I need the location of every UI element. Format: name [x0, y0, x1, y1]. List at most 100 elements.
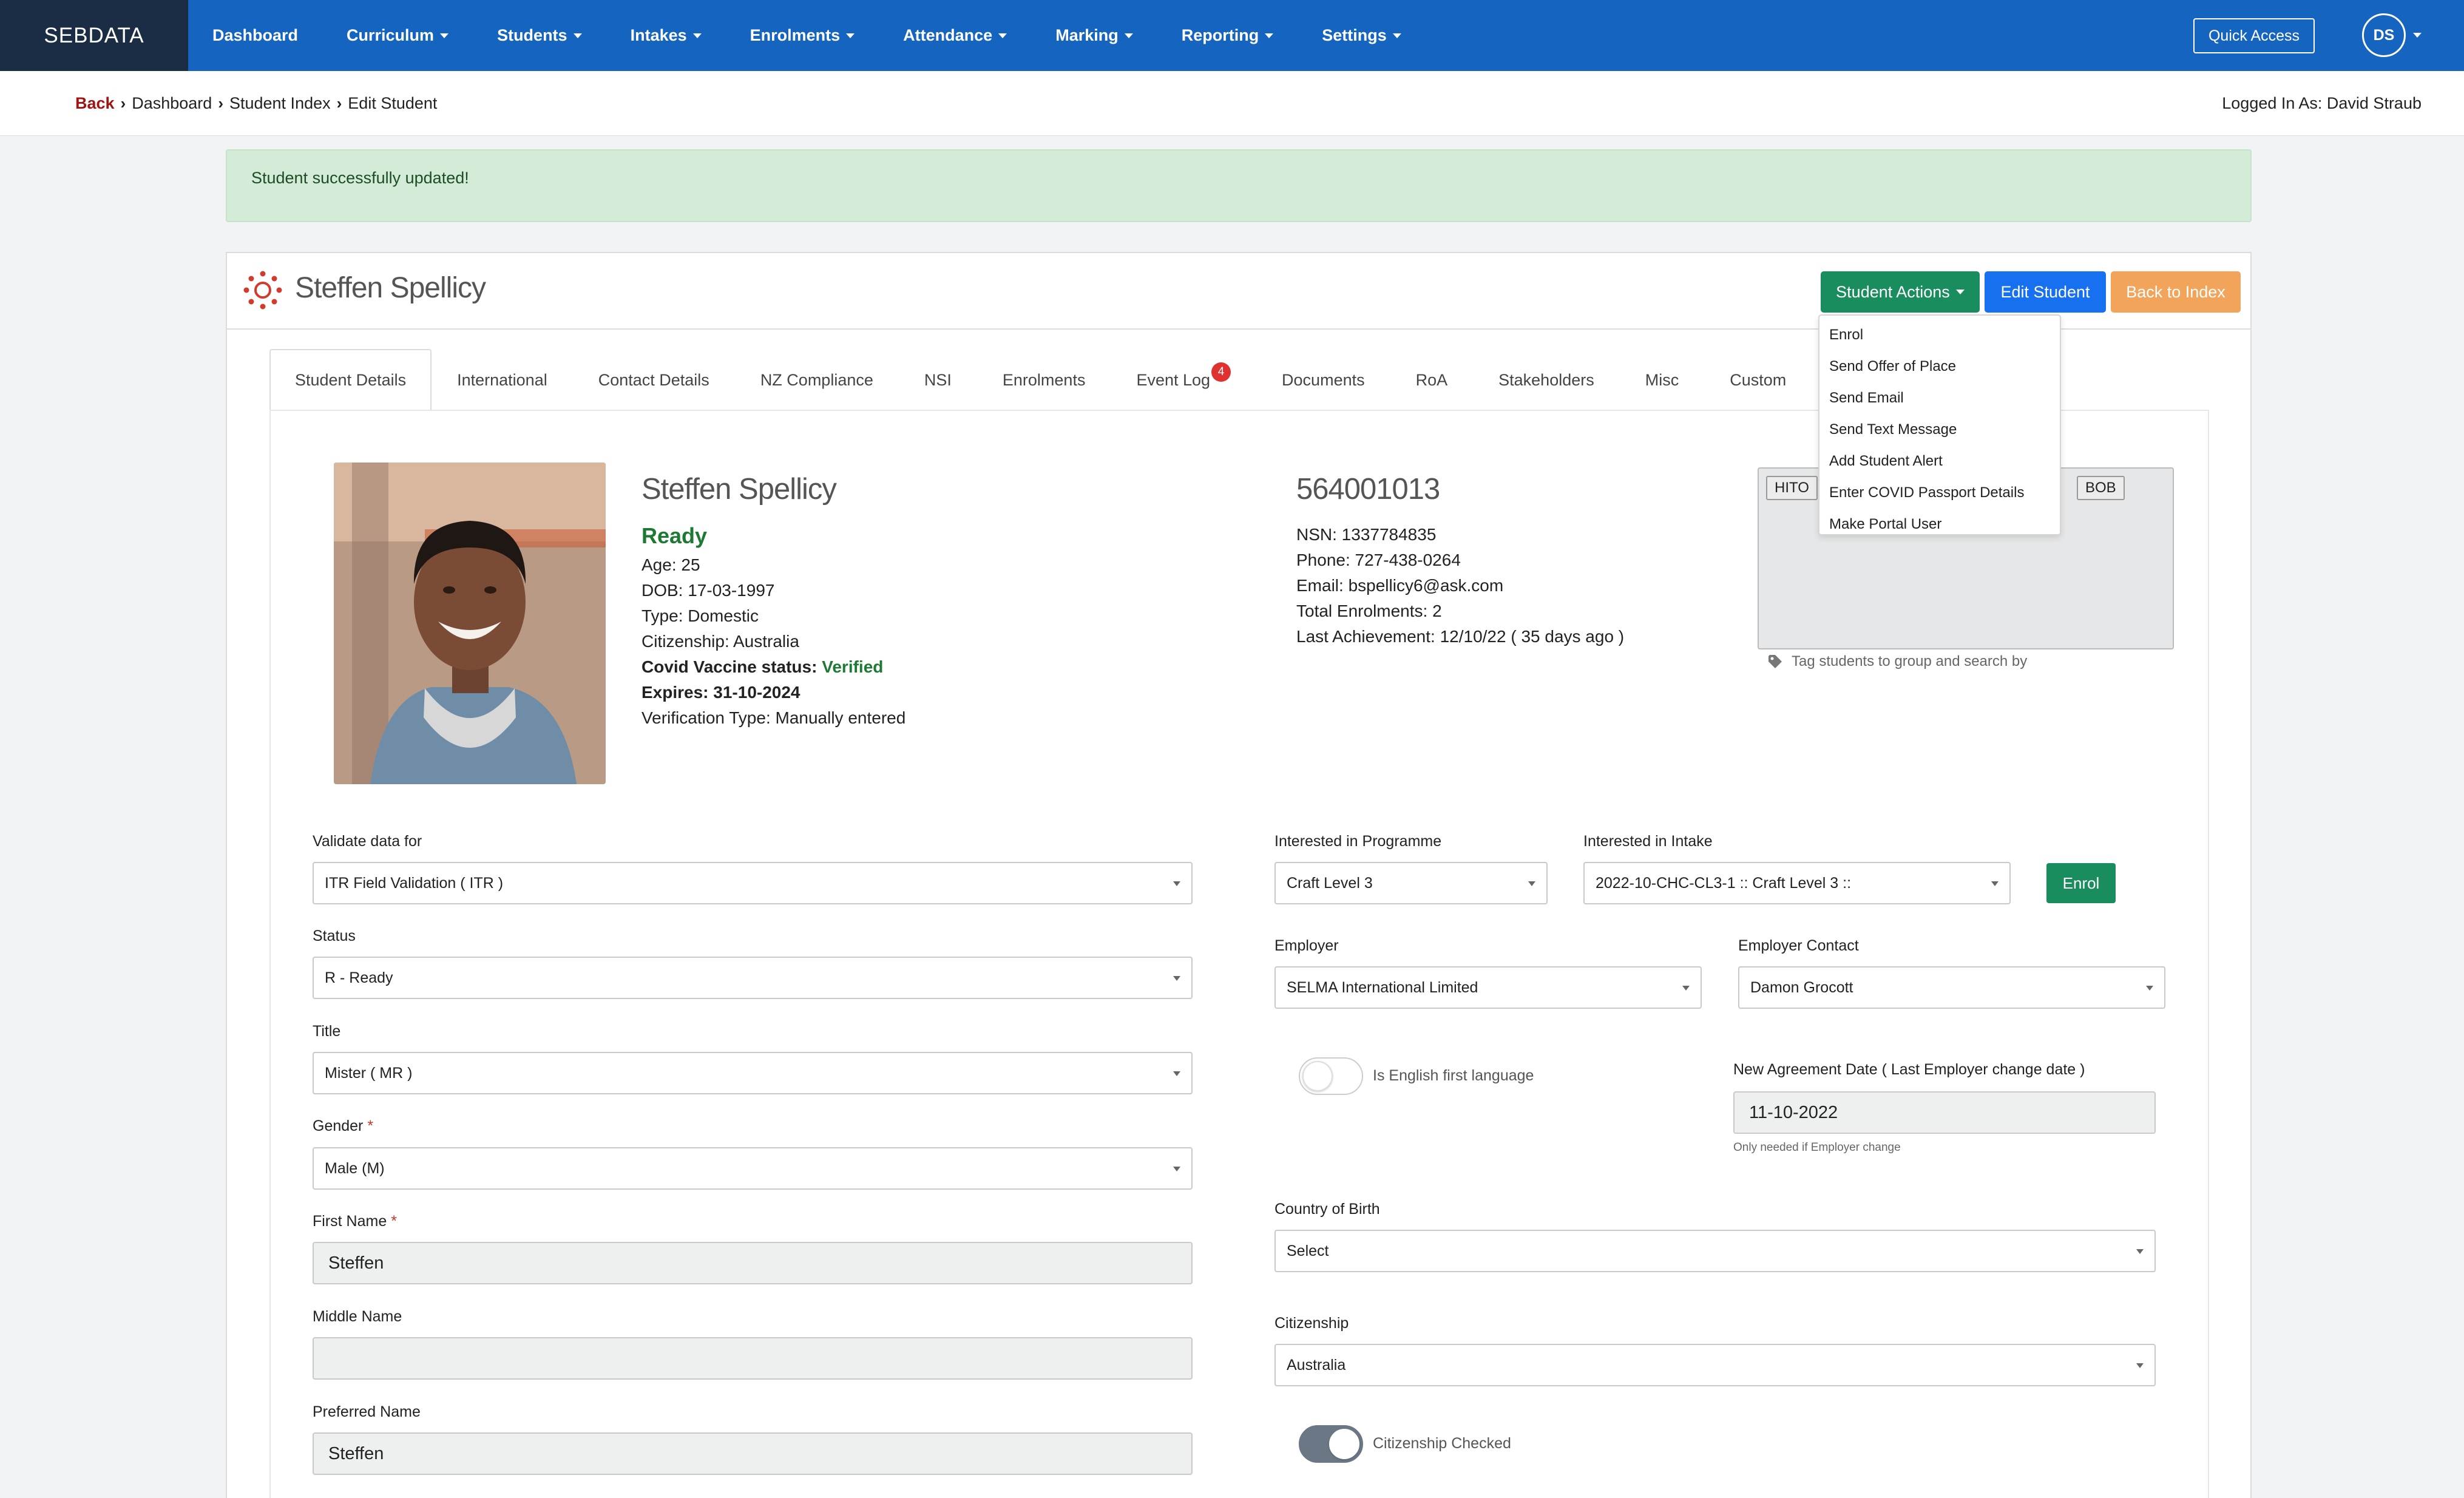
title-label: Title	[313, 1023, 341, 1040]
nav-label: Students	[497, 26, 567, 44]
caret-down-icon[interactable]	[2413, 33, 2422, 38]
status-select[interactable]: R - Ready	[313, 957, 1193, 999]
gender-select[interactable]: Male (M)	[313, 1147, 1193, 1190]
nav-curriculum[interactable]: Curriculum	[347, 26, 449, 45]
nav-label: Settings	[1322, 26, 1387, 44]
title-select[interactable]: Mister ( MR )	[313, 1052, 1193, 1094]
citizenship-checked-toggle[interactable]	[1299, 1425, 1363, 1463]
tab-misc[interactable]: Misc	[1645, 349, 1679, 411]
profile-dob: DOB: 17-03-1997	[641, 581, 775, 600]
employer-label: Employer	[1274, 937, 1339, 954]
citizenship-select[interactable]: Australia	[1274, 1344, 2156, 1386]
institution-logo-icon	[243, 271, 282, 310]
country-of-birth-select[interactable]: Select	[1274, 1230, 2156, 1272]
required-marker: *	[391, 1213, 397, 1230]
agreement-date-input[interactable]: 11-10-2022	[1733, 1091, 2156, 1134]
caret-down-icon	[1682, 986, 1690, 991]
breadcrumb-back-link[interactable]: Back	[75, 94, 115, 113]
user-avatar[interactable]: DS	[2362, 13, 2406, 57]
tab-contact-details[interactable]: Contact Details	[598, 349, 709, 411]
enrol-button[interactable]: Enrol	[2046, 863, 2116, 903]
quick-access-button[interactable]: Quick Access	[2193, 18, 2315, 53]
brand-logo[interactable]: SEBDATA	[0, 0, 188, 71]
caret-down-icon	[1124, 33, 1133, 38]
caret-down-icon	[440, 33, 449, 38]
nav-settings[interactable]: Settings	[1322, 26, 1401, 45]
employer-select[interactable]: SELMA International Limited	[1274, 966, 1702, 1009]
menu-item-send-text[interactable]: Send Text Message	[1819, 414, 2060, 446]
first-name-input[interactable]: Steffen	[313, 1242, 1193, 1284]
breadcrumb-dashboard-link[interactable]: Dashboard	[132, 94, 212, 113]
tab-roa[interactable]: RoA	[1416, 349, 1448, 411]
tab-nsi[interactable]: NSI	[924, 349, 952, 411]
employer-contact-select[interactable]: Damon Grocott	[1738, 966, 2165, 1009]
caret-down-icon	[1173, 1071, 1180, 1076]
citizenship-checked-label: Citizenship Checked	[1373, 1435, 1511, 1452]
preferred-name-input[interactable]: Steffen	[313, 1432, 1193, 1475]
first-name-label-text: First Name	[313, 1213, 387, 1230]
caret-down-icon	[1955, 290, 1965, 294]
student-actions-menu: Enrol Send Offer of Place Send Email Sen…	[1818, 314, 2061, 535]
intake-select[interactable]: 2022-10-CHC-CL3-1 :: Craft Level 3 ::	[1583, 862, 2011, 904]
country-of-birth-label: Country of Birth	[1274, 1201, 1380, 1218]
tags-hint-text: Tag students to group and search by	[1792, 653, 2028, 669]
select-value: Select	[1287, 1242, 1329, 1259]
nav-dashboard[interactable]: Dashboard	[212, 26, 298, 45]
english-first-language-toggle[interactable]	[1299, 1057, 1363, 1095]
menu-item-send-offer[interactable]: Send Offer of Place	[1819, 351, 2060, 382]
tab-stakeholders[interactable]: Stakeholders	[1498, 349, 1594, 411]
programme-label: Interested in Programme	[1274, 833, 1442, 850]
middle-name-input[interactable]	[313, 1337, 1193, 1380]
menu-item-send-email[interactable]: Send Email	[1819, 382, 2060, 414]
tab-international[interactable]: International	[457, 349, 547, 411]
first-name-label: First Name *	[313, 1213, 397, 1230]
covid-status-value: Verified	[822, 657, 884, 676]
tag-chip[interactable]: BOB	[2077, 476, 2125, 500]
tag-chip[interactable]: HITO	[1766, 476, 1818, 500]
student-actions-button[interactable]: Student Actions	[1821, 271, 1980, 313]
tab-event-log[interactable]: Event Log 4	[1136, 349, 1231, 411]
menu-item-add-alert[interactable]: Add Student Alert	[1819, 446, 2060, 477]
nav-marking[interactable]: Marking	[1055, 26, 1133, 45]
nav-label: Enrolments	[750, 26, 841, 44]
back-to-index-button[interactable]: Back to Index	[2111, 271, 2241, 313]
tab-enrolments[interactable]: Enrolments	[1003, 349, 1086, 411]
tags-hint: Tag students to group and search by	[1767, 653, 2027, 670]
tab-documents[interactable]: Documents	[1282, 349, 1365, 411]
nav-intakes[interactable]: Intakes	[631, 26, 702, 45]
select-value: Mister ( MR )	[325, 1064, 413, 1082]
required-marker: *	[367, 1117, 374, 1134]
verification-type: Verification Type: Manually entered	[641, 708, 906, 727]
select-value: R - Ready	[325, 969, 393, 986]
toggle-knob	[1329, 1429, 1359, 1459]
menu-item-enrol[interactable]: Enrol	[1819, 319, 2060, 351]
caret-down-icon	[2146, 986, 2153, 991]
profile-citizenship: Citizenship: Australia	[641, 632, 799, 651]
nav-attendance[interactable]: Attendance	[903, 26, 1007, 45]
edit-student-button[interactable]: Edit Student	[1985, 271, 2106, 313]
tab-custom[interactable]: Custom	[1730, 349, 1786, 411]
logged-in-user: Logged In As: David Straub	[2222, 94, 2422, 112]
breadcrumb-student-index-link[interactable]: Student Index	[229, 94, 331, 113]
menu-item-covid-passport[interactable]: Enter COVID Passport Details	[1819, 477, 2060, 509]
select-value: 2022-10-CHC-CL3-1 :: Craft Level 3 ::	[1596, 874, 1852, 892]
middle-name-label: Middle Name	[313, 1308, 402, 1325]
breadcrumb-bar: Back › Dashboard › Student Index › Edit …	[0, 71, 2464, 136]
programme-select[interactable]: Craft Level 3	[1274, 862, 1548, 904]
toggle-knob	[1302, 1061, 1333, 1091]
button-label: Student Actions	[1836, 282, 1950, 301]
validate-select[interactable]: ITR Field Validation ( ITR )	[313, 862, 1193, 904]
nav-reporting[interactable]: Reporting	[1182, 26, 1274, 45]
caret-down-icon	[1392, 33, 1401, 38]
chevron-right-icon: ›	[336, 94, 342, 112]
profile-nsn: NSN: 1337784835	[1296, 525, 1437, 544]
nav-students[interactable]: Students	[497, 26, 582, 45]
tab-nz-compliance[interactable]: NZ Compliance	[760, 349, 873, 411]
select-value: Australia	[1287, 1356, 1346, 1374]
breadcrumb: Back › Dashboard › Student Index › Edit …	[75, 94, 437, 113]
tab-student-details[interactable]: Student Details	[269, 349, 432, 411]
nav-enrolments[interactable]: Enrolments	[750, 26, 855, 45]
caret-down-icon	[692, 33, 702, 38]
menu-item-portal-user[interactable]: Make Portal User	[1819, 509, 2060, 540]
intake-label: Interested in Intake	[1583, 833, 1713, 850]
